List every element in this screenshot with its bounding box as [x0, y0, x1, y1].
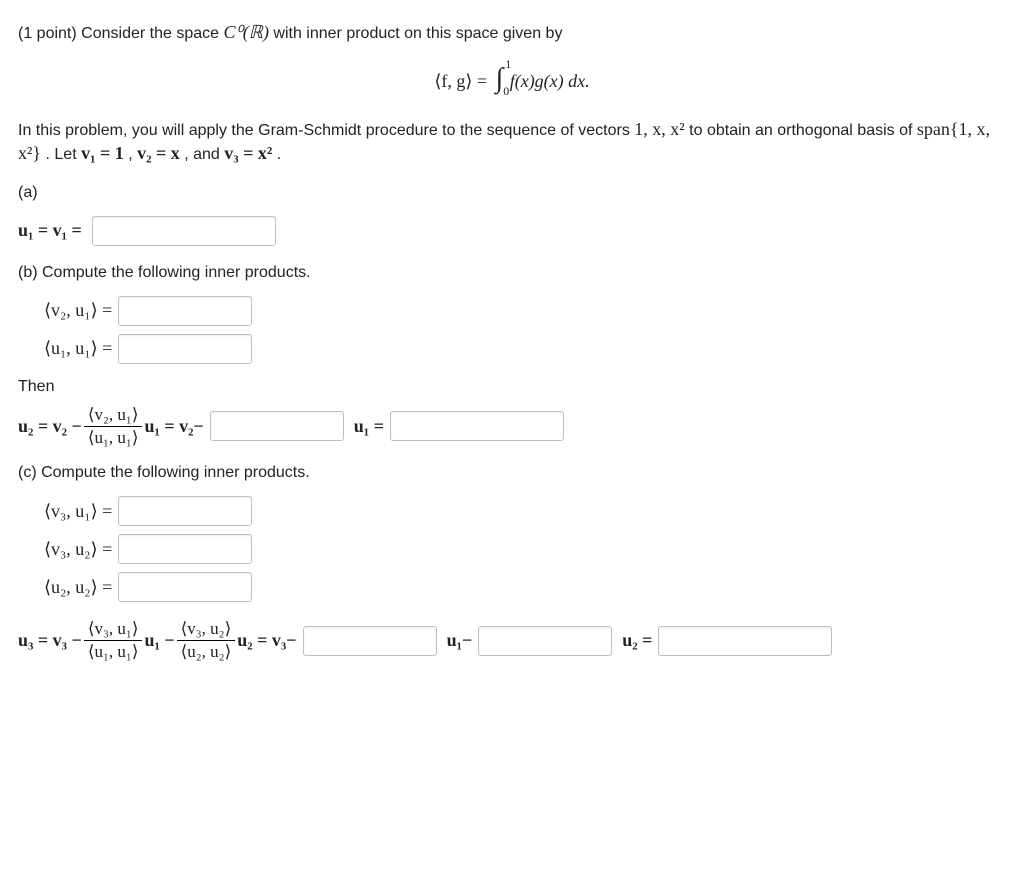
- frac-b-den: ⟨u₁, u₁⟩: [84, 429, 143, 447]
- part-b-block: ⟨v₂, u₁⟩ = ⟨u₁, u₁⟩ =: [44, 296, 1006, 364]
- u2-lead: u₂ = v₂ −: [18, 416, 82, 437]
- input-v3u2[interactable]: [118, 534, 252, 564]
- eq-lhs: ⟨f, g⟩ =: [434, 71, 487, 91]
- u1-minus: u₁−: [447, 630, 473, 651]
- label-v3u1: ⟨v₃, u₁⟩ =: [44, 501, 112, 522]
- frac-c2-den: ⟨u₂, u₂⟩: [177, 643, 236, 661]
- let-text: . Let: [46, 146, 82, 163]
- part-c-block: ⟨v₃, u₁⟩ = ⟨v₃, u₂⟩ = ⟨u₂, u₂⟩ =: [44, 496, 1006, 602]
- frac-v3u2-over-u2u2: ⟨v₃, u₂⟩ ⟨u₂, u₂⟩: [177, 620, 236, 661]
- u2-eq-v3-minus: u₂ = v₃−: [237, 630, 296, 651]
- integral-upper: 1: [505, 57, 511, 72]
- desc-text-1: In this problem, you will apply the Gram…: [18, 122, 634, 139]
- label-u1u1: ⟨u₁, u₁⟩ =: [44, 338, 112, 359]
- problem-description: In this problem, you will apply the Gram…: [18, 117, 1006, 166]
- u1-eq-v2-minus: u₁ = v₂−: [144, 416, 203, 437]
- frac-c1-num: ⟨v₃, u₁⟩: [84, 620, 143, 638]
- frac-b-num: ⟨v₂, u₁⟩: [84, 406, 143, 424]
- integral-sign: ∫ 1 0: [496, 63, 504, 95]
- input-u1u1[interactable]: [118, 334, 252, 364]
- eq-rhs: f(x)g(x) dx.: [510, 71, 590, 91]
- part-a-row: u₁ = v₁ =: [18, 216, 1006, 246]
- integral-lower: 0: [503, 84, 509, 99]
- u3-equation-row: u₃ = v₃ − ⟨v₃, u₁⟩ ⟨u₁, u₁⟩ u₁ − ⟨v₃, u₂…: [18, 620, 1006, 661]
- u3-lead: u₃ = v₃ −: [18, 630, 82, 651]
- then-label-b: Then: [18, 378, 1006, 396]
- input-u3-coef2[interactable]: [478, 626, 612, 656]
- input-u2-result[interactable]: [390, 411, 564, 441]
- u1-eq: u₁ =: [354, 416, 384, 437]
- problem-intro: (1 point) Consider the space C⁰(ℝ) with …: [18, 20, 1006, 45]
- comma-1: ,: [128, 146, 137, 163]
- frac-c2-num: ⟨v₃, u₂⟩: [177, 620, 236, 638]
- label-u2u2: ⟨u₂, u₂⟩ =: [44, 577, 112, 598]
- input-u2-coef[interactable]: [210, 411, 344, 441]
- intro-text-1: Consider the space: [81, 25, 223, 42]
- frac-bar-3: [177, 640, 236, 641]
- inner-product-definition: ⟨f, g⟩ = ∫ 1 0 f(x)g(x) dx.: [18, 63, 1006, 95]
- problem-page: (1 point) Consider the space C⁰(ℝ) with …: [0, 0, 1024, 683]
- u2-eq-final: u₂ =: [622, 630, 652, 651]
- input-v2u1[interactable]: [118, 296, 252, 326]
- label-v3u2: ⟨v₃, u₂⟩ =: [44, 539, 112, 560]
- v3-def: v₃ = x²: [224, 143, 272, 163]
- intro-text-2: with inner product on this space given b…: [273, 25, 562, 42]
- frac-c1-den: ⟨u₁, u₁⟩: [84, 643, 143, 661]
- u1-equals-v1: u₁ = v₁ =: [18, 220, 82, 241]
- u2-equation-row: u₂ = v₂ − ⟨v₂, u₁⟩ ⟨u₁, u₁⟩ u₁ = v₂− u₁ …: [18, 406, 1006, 447]
- v1-def: v₁ = 1: [81, 143, 124, 163]
- frac-v3u1-over-u1u1: ⟨v₃, u₁⟩ ⟨u₁, u₁⟩: [84, 620, 143, 661]
- period: .: [277, 146, 281, 163]
- input-v3u1[interactable]: [118, 496, 252, 526]
- input-u3-coef1[interactable]: [303, 626, 437, 656]
- frac-bar-2: [84, 640, 143, 641]
- part-a-label: (a): [18, 184, 1006, 202]
- frac-v2u1-over-u1u1: ⟨v₂, u₁⟩ ⟨u₁, u₁⟩: [84, 406, 143, 447]
- space-symbol: C⁰(ℝ): [223, 22, 268, 42]
- part-b-label: (b) Compute the following inner products…: [18, 264, 1006, 282]
- mid-u1-minus: u₁ −: [144, 630, 174, 651]
- input-u1[interactable]: [92, 216, 276, 246]
- desc-text-2: to obtain an orthogonal basis of: [689, 122, 917, 139]
- v2-def: v₂ = x: [137, 143, 180, 163]
- and-text: , and: [184, 146, 224, 163]
- part-c-label: (c) Compute the following inner products…: [18, 464, 1006, 482]
- input-u2u2[interactable]: [118, 572, 252, 602]
- label-v2u1: ⟨v₂, u₁⟩ =: [44, 300, 112, 321]
- sequence: 1, x, x²: [634, 119, 684, 139]
- frac-bar: [84, 426, 143, 427]
- input-u3-result[interactable]: [658, 626, 832, 656]
- points-label: (1 point): [18, 25, 77, 42]
